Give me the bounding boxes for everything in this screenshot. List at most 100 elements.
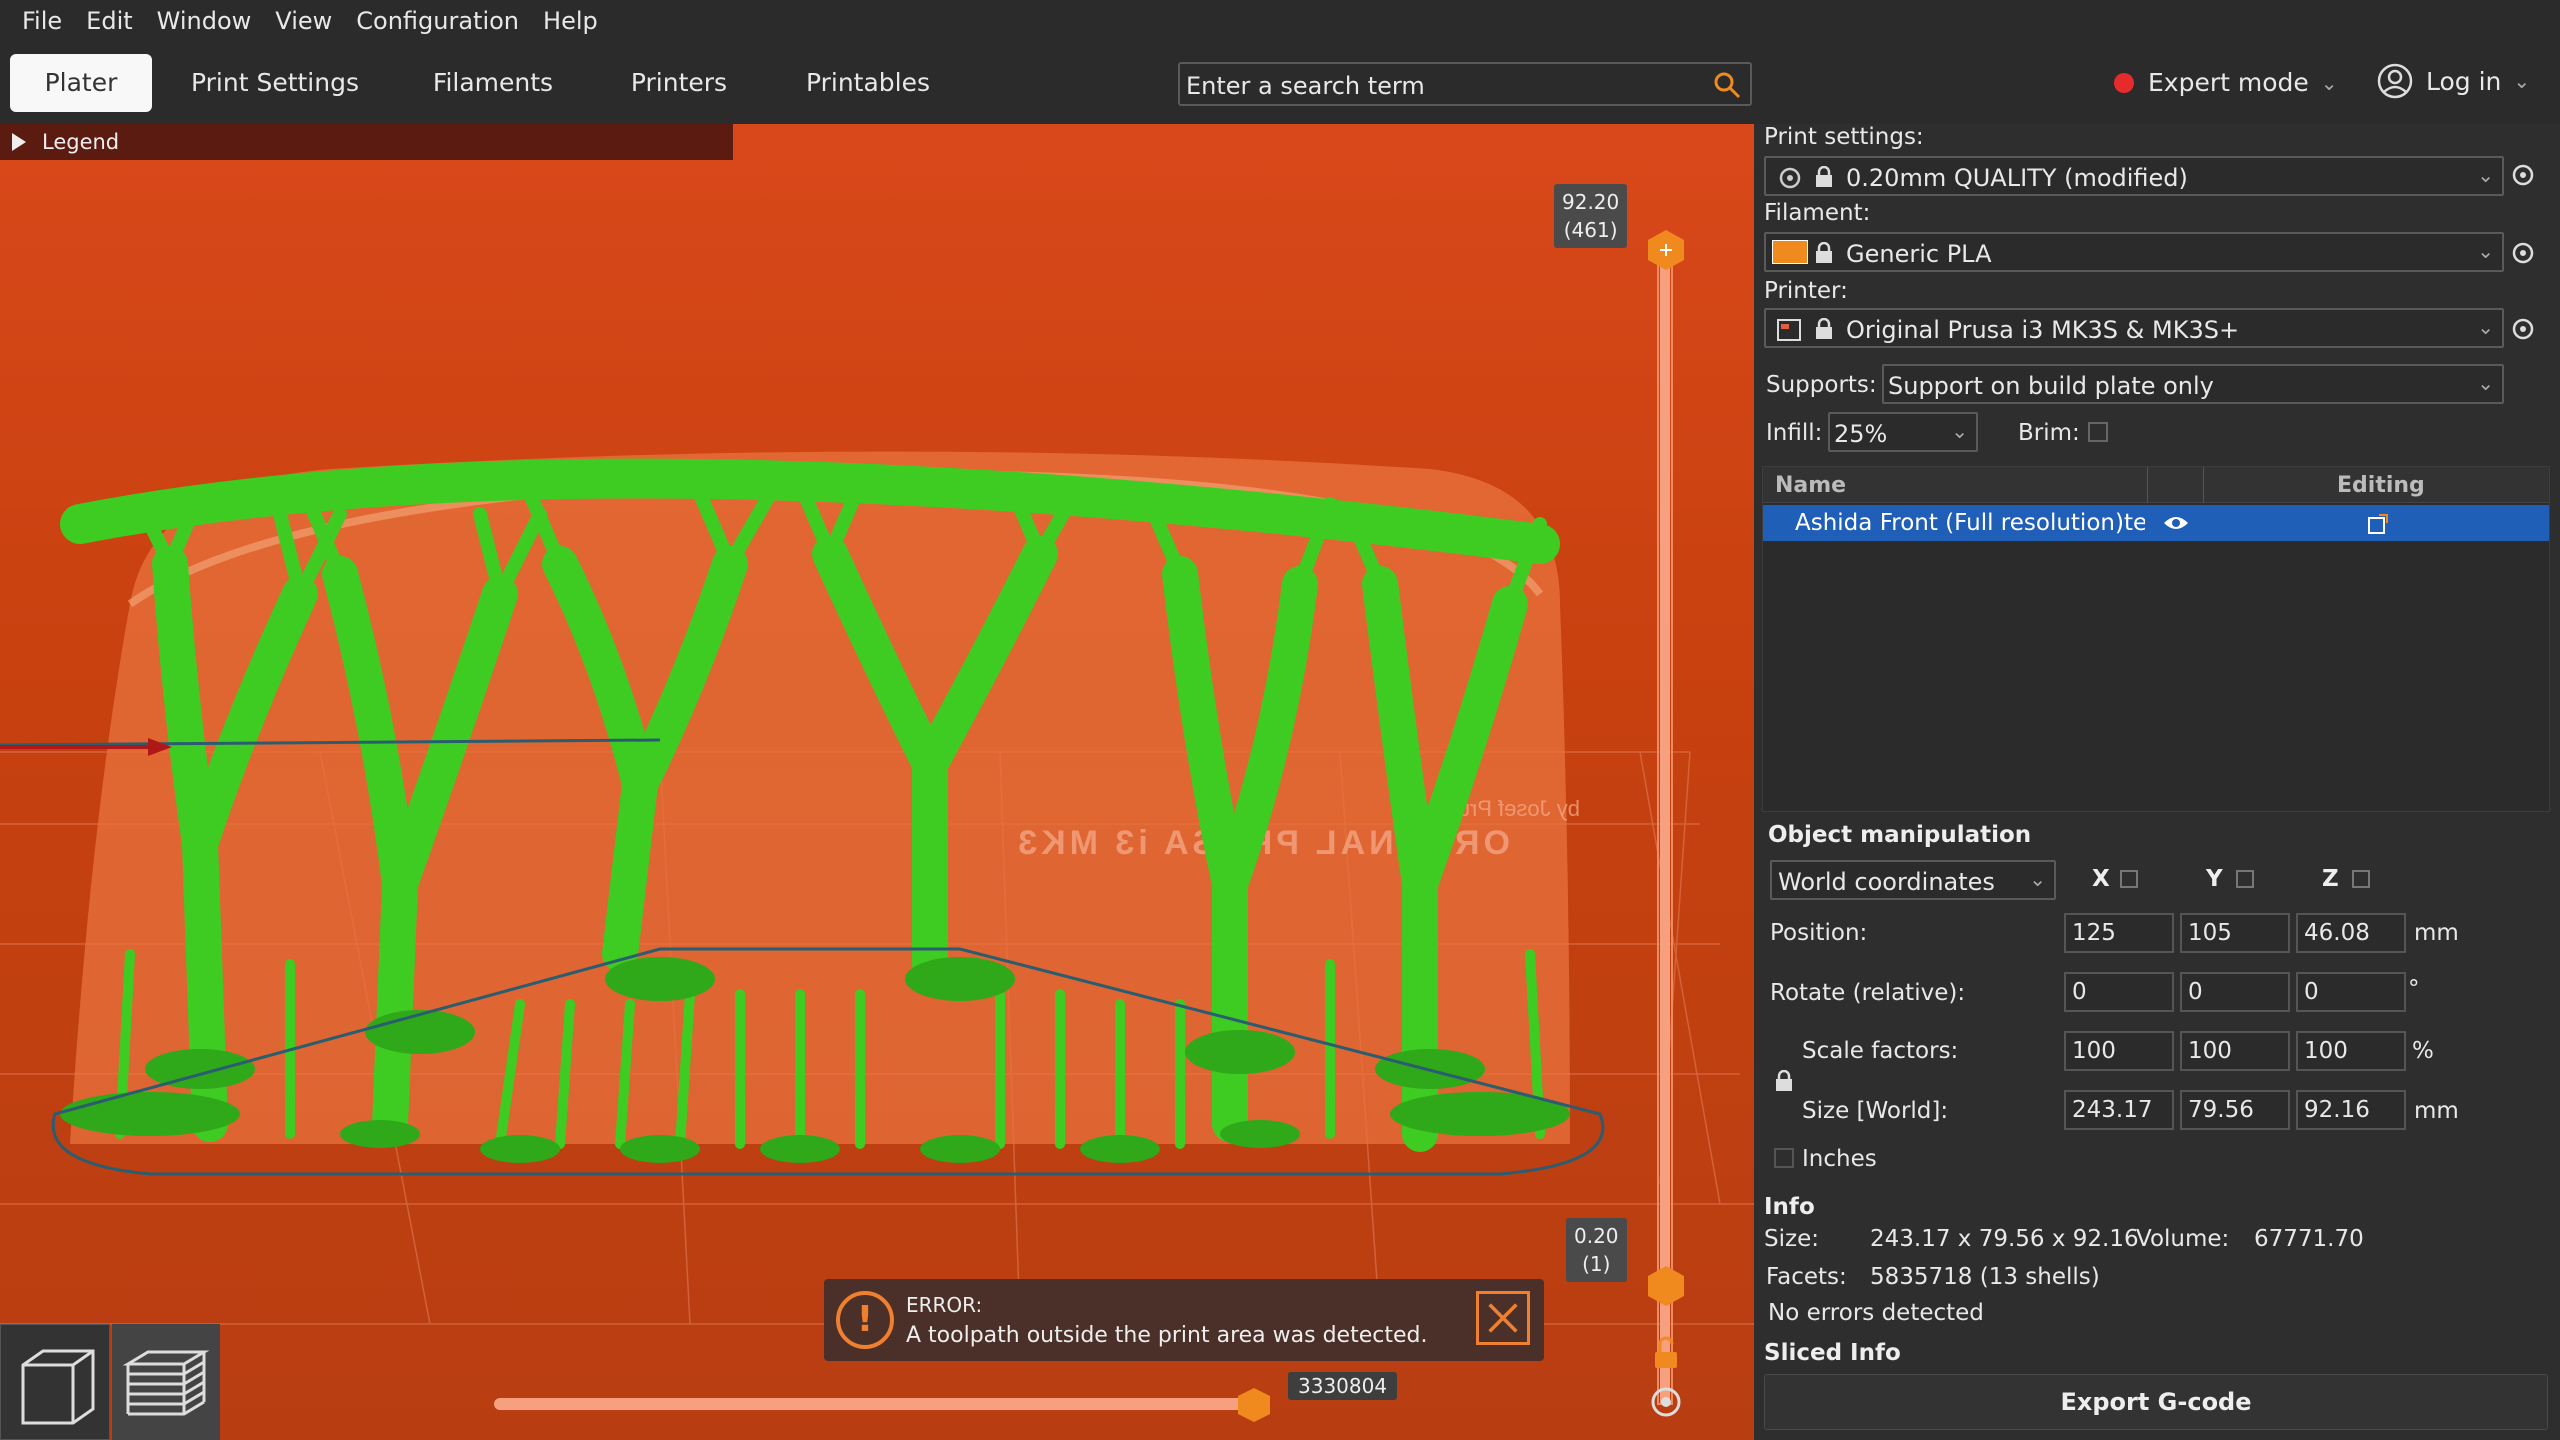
menu-window[interactable]: Window bbox=[145, 7, 264, 35]
column-editing[interactable]: Editing bbox=[2337, 473, 2425, 498]
size-label: Size [World]: bbox=[1802, 1098, 1949, 1124]
coordinates-combo[interactable]: World coordinates ⌄ bbox=[1770, 860, 2056, 900]
menu-view[interactable]: View bbox=[263, 7, 344, 35]
scale-unit: % bbox=[2412, 1038, 2434, 1064]
top-layer-height: 92.20 bbox=[1562, 190, 1620, 214]
position-y-field[interactable]: 105 bbox=[2180, 913, 2290, 953]
printer-combo[interactable]: Original Prusa i3 MK3S & MK3S+ ⌄ bbox=[1764, 308, 2504, 348]
brim-checkbox[interactable] bbox=[2088, 422, 2108, 442]
login-button[interactable]: Log in ⌄ bbox=[2376, 62, 2530, 100]
mode-selector[interactable]: Expert mode ⌄ bbox=[2114, 68, 2338, 97]
rotate-unit: ° bbox=[2408, 976, 2420, 1002]
axis-z-label: Z bbox=[2322, 866, 2339, 892]
filament-gear-icon[interactable] bbox=[2510, 240, 2536, 266]
info-volume-label: Volume: bbox=[2136, 1226, 2230, 1252]
axis-y-label: Y bbox=[2206, 866, 2223, 892]
legend-label: Legend bbox=[42, 130, 120, 154]
layer-slider-track bbox=[1660, 244, 1670, 1404]
print-settings-gear-icon[interactable] bbox=[2510, 162, 2536, 188]
print-settings-label: Print settings: bbox=[1764, 124, 1924, 150]
preview-button[interactable] bbox=[112, 1324, 220, 1440]
info-facets-value: 5835718 (13 shells) bbox=[1870, 1264, 2100, 1290]
login-label: Log in bbox=[2426, 66, 2502, 96]
print-preview-scene: ORIGINAL PRUSA i3 MK3 by Josef Prusa bbox=[0, 230, 1754, 1422]
position-unit: mm bbox=[2414, 920, 2459, 946]
supports-value: Support on build plate only bbox=[1888, 372, 2214, 400]
info-size-label: Size: bbox=[1764, 1226, 1819, 1252]
tab-printables[interactable]: Printables bbox=[796, 54, 940, 112]
search-input[interactable]: Enter a search term bbox=[1178, 62, 1752, 106]
bottom-layer-label: 0.20 (1) bbox=[1566, 1218, 1627, 1282]
axis-y-icon[interactable] bbox=[2236, 870, 2254, 888]
menu-help[interactable]: Help bbox=[531, 7, 610, 35]
object-name: Ashida Front (Full resolution)te bbox=[1795, 510, 2145, 536]
tab-plater[interactable]: Plater bbox=[10, 54, 152, 112]
export-gcode-button[interactable]: Export G-code bbox=[1764, 1374, 2548, 1430]
info-volume-value: 67771.70 bbox=[2254, 1226, 2364, 1252]
3d-view-button[interactable] bbox=[0, 1324, 110, 1440]
filament-color-swatch bbox=[1772, 240, 1808, 264]
scale-z-field[interactable]: 100 bbox=[2296, 1031, 2406, 1071]
uniform-scale-lock-icon[interactable] bbox=[1774, 1070, 1794, 1092]
chevron-down-icon: ⌄ bbox=[2477, 315, 2494, 339]
close-icon[interactable] bbox=[1476, 1291, 1530, 1345]
top-layer-label: 92.20 (461) bbox=[1554, 184, 1628, 248]
chevron-down-icon: ⌄ bbox=[2320, 70, 2338, 95]
edit-icon[interactable] bbox=[2367, 513, 2389, 535]
layers-icon bbox=[122, 1350, 210, 1416]
printer-label: Printer: bbox=[1764, 278, 1848, 304]
axis-x-label: X bbox=[2092, 866, 2110, 892]
supports-combo[interactable]: Support on build plate only ⌄ bbox=[1882, 364, 2504, 404]
menu-edit[interactable]: Edit bbox=[74, 7, 144, 35]
axis-x-icon[interactable] bbox=[2120, 870, 2138, 888]
position-z-field[interactable]: 46.08 bbox=[2296, 913, 2406, 953]
rotate-x-field[interactable]: 0 bbox=[2064, 972, 2174, 1012]
3d-viewport[interactable]: ORIGINAL PRUSA i3 MK3 by Josef Prusa Leg… bbox=[0, 124, 1754, 1440]
tab-printers[interactable]: Printers bbox=[616, 54, 742, 112]
bottom-layer-number: (1) bbox=[1582, 1252, 1611, 1276]
layer-slider-bottom-handle bbox=[1648, 1266, 1684, 1306]
tab-print-settings[interactable]: Print Settings bbox=[182, 54, 368, 112]
eye-icon[interactable] bbox=[2163, 513, 2189, 533]
column-name[interactable]: Name bbox=[1775, 473, 1846, 498]
sliced-info-title: Sliced Info bbox=[1764, 1340, 1901, 1366]
filament-combo[interactable]: Generic PLA ⌄ bbox=[1764, 232, 2504, 272]
infill-combo[interactable]: 25% ⌄ bbox=[1828, 412, 1978, 452]
move-slider-handle bbox=[1238, 1388, 1270, 1422]
object-list[interactable]: Name Editing Ashida Front (Full resoluti… bbox=[1762, 466, 2550, 812]
legend-toggle[interactable]: Legend bbox=[0, 124, 733, 160]
inches-checkbox[interactable] bbox=[1774, 1148, 1794, 1168]
scale-y-field[interactable]: 100 bbox=[2180, 1031, 2290, 1071]
chevron-down-icon: ⌄ bbox=[2029, 867, 2046, 891]
axis-z-icon[interactable] bbox=[2352, 870, 2370, 888]
menu-configuration[interactable]: Configuration bbox=[344, 7, 531, 35]
print-settings-combo[interactable]: 0.20mm QUALITY (modified) ⌄ bbox=[1764, 156, 2504, 196]
size-z-field[interactable]: 92.16 bbox=[2296, 1090, 2406, 1130]
tab-filaments[interactable]: Filaments bbox=[420, 54, 566, 112]
lock-icon bbox=[1816, 166, 1832, 187]
object-list-header: Name Editing bbox=[1763, 467, 2549, 503]
user-icon bbox=[2377, 63, 2413, 99]
chevron-down-icon: ⌄ bbox=[2477, 163, 2494, 187]
search-icon[interactable] bbox=[1712, 70, 1742, 100]
rotate-label: Rotate (relative): bbox=[1770, 980, 1966, 1006]
rotate-y-field[interactable]: 0 bbox=[2180, 972, 2290, 1012]
menu-file[interactable]: File bbox=[10, 7, 74, 35]
bottom-layer-height: 0.20 bbox=[1574, 1224, 1619, 1248]
object-row[interactable]: Ashida Front (Full resolution)te bbox=[1763, 505, 2549, 541]
brim-label: Brim: bbox=[2018, 420, 2080, 446]
position-label: Position: bbox=[1770, 920, 1868, 946]
size-x-field[interactable]: 243.17 bbox=[2064, 1090, 2174, 1130]
position-x-field[interactable]: 125 bbox=[2064, 913, 2174, 953]
printer-value: Original Prusa i3 MK3S & MK3S+ bbox=[1846, 316, 2240, 344]
info-size-value: 243.17 x 79.56 x 92.16 bbox=[1870, 1226, 2139, 1252]
rotate-z-field[interactable]: 0 bbox=[2296, 972, 2406, 1012]
move-value-label: 3330804 bbox=[1288, 1372, 1398, 1400]
error-notification: ! ERROR: A toolpath outside the print ar… bbox=[824, 1279, 1544, 1361]
size-y-field[interactable]: 79.56 bbox=[2180, 1090, 2290, 1130]
chevron-down-icon: ⌄ bbox=[2477, 239, 2494, 263]
scale-x-field[interactable]: 100 bbox=[2064, 1031, 2174, 1071]
printer-gear-icon[interactable] bbox=[2510, 316, 2536, 342]
print-settings-value: 0.20mm QUALITY (modified) bbox=[1846, 164, 2188, 192]
info-facets-label: Facets: bbox=[1766, 1264, 1847, 1290]
